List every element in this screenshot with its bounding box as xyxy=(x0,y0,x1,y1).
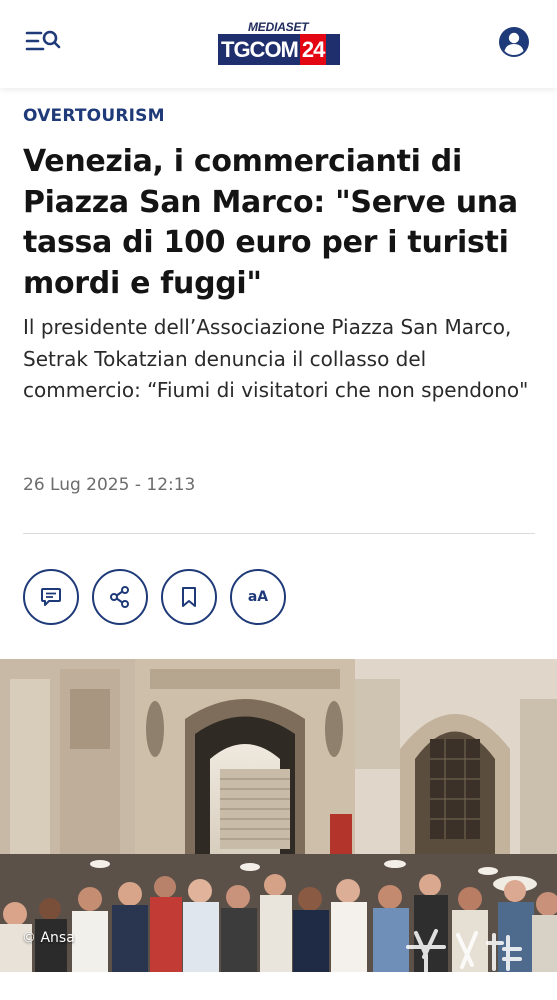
user-account-icon xyxy=(499,27,529,57)
menu-search-icon xyxy=(25,30,61,51)
article-actions: aA xyxy=(23,569,286,625)
menu-search-button[interactable] xyxy=(24,26,64,56)
article-subtitle: Il presidente dell’Associazione Piazza S… xyxy=(23,315,529,402)
share-icon xyxy=(110,586,129,608)
watermark-glyph: HUARENJIE xyxy=(406,929,522,986)
logo-main-text: TGCOM xyxy=(221,36,299,62)
font-size-icon: aA xyxy=(247,589,269,605)
watermark-logo: HUARENJIE xyxy=(396,925,546,987)
photo-credit: © Ansa xyxy=(22,930,75,946)
logo-mediaset-text: MEDIASET xyxy=(248,20,309,34)
tgcom24-logo[interactable]: MEDIASET TGCOM 24 xyxy=(218,20,340,66)
user-account-button[interactable] xyxy=(497,25,531,59)
comment-icon xyxy=(41,588,61,606)
logo-box: TGCOM 24 xyxy=(218,34,340,65)
article-title: Venezia, i commercianti di Piazza San Ma… xyxy=(23,144,518,301)
share-button[interactable] xyxy=(92,569,148,625)
comment-button[interactable] xyxy=(23,569,79,625)
bookmark-button[interactable] xyxy=(161,569,217,625)
divider xyxy=(23,533,535,534)
article-date: 26 Lug 2025 - 12:13 xyxy=(23,475,196,495)
article-category[interactable]: OVERTOURISM xyxy=(23,106,165,126)
bookmark-icon xyxy=(182,587,196,607)
logo-number-text: 24 xyxy=(299,34,327,65)
app-header: MEDIASET TGCOM 24 xyxy=(0,0,557,88)
watermark-text: HUARENJIE xyxy=(410,973,488,986)
font-size-button[interactable]: aA xyxy=(230,569,286,625)
